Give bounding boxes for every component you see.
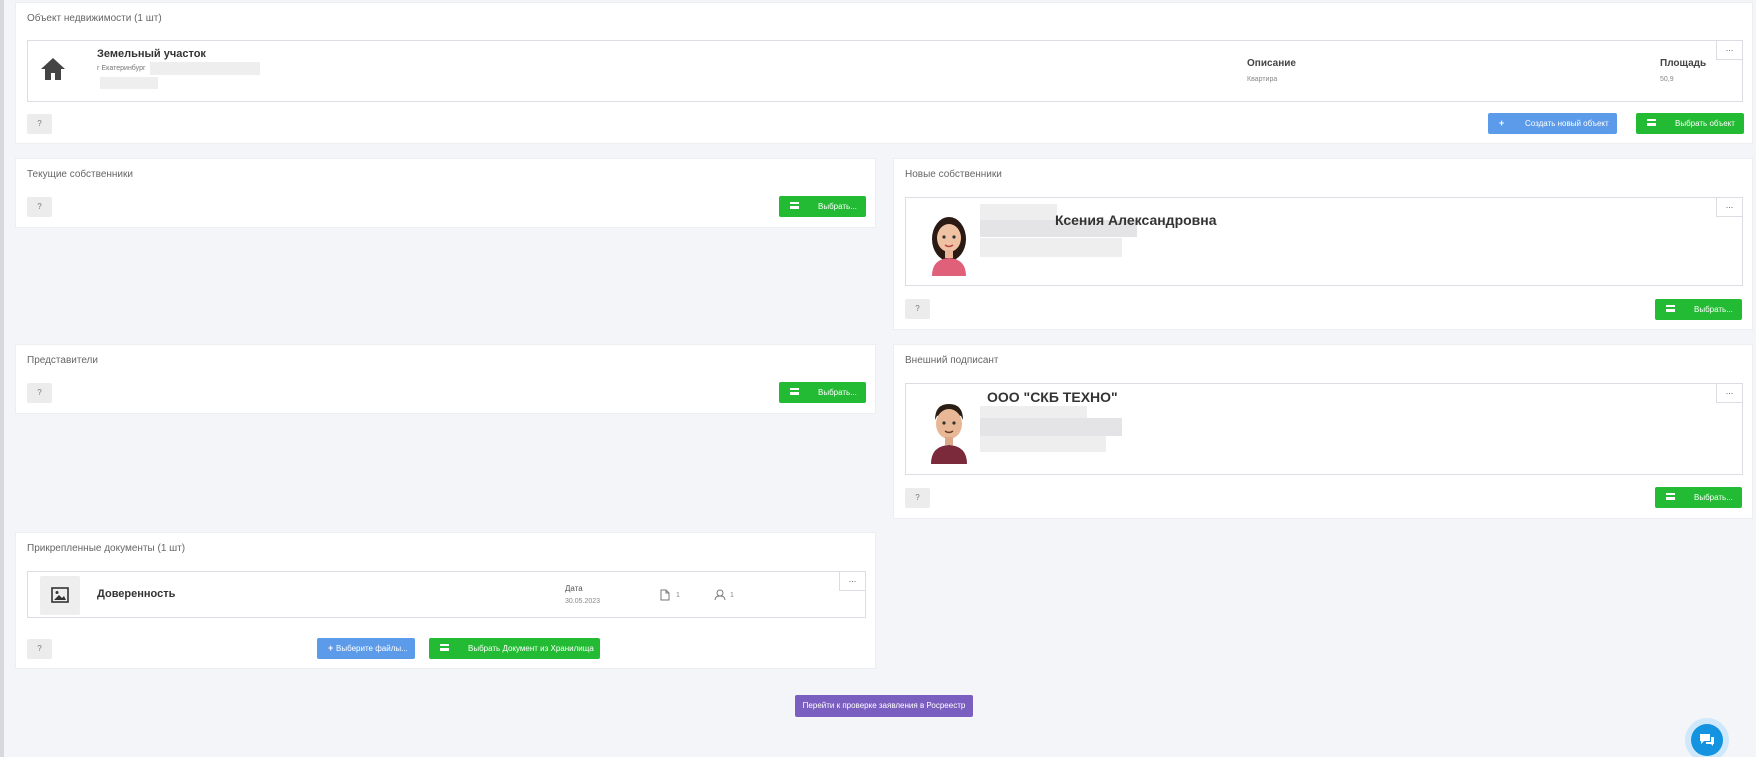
help-button[interactable]: ? bbox=[27, 114, 52, 134]
more-button[interactable]: ... bbox=[1716, 197, 1743, 217]
help-button[interactable]: ? bbox=[905, 299, 930, 319]
help-button[interactable]: ? bbox=[27, 639, 52, 659]
redacted-line-2 bbox=[980, 238, 1122, 257]
proceed-to-rosreestr-button[interactable]: Перейти к проверке заявления в Росреестр bbox=[795, 695, 973, 717]
redacted-line-2 bbox=[980, 418, 1122, 436]
choose-files-button[interactable]: + Выберите файлы... bbox=[317, 638, 415, 659]
current-owners-card: Текущие собственники ? Выбрать... bbox=[15, 158, 876, 228]
select-external-signer-button[interactable]: Выбрать... bbox=[1655, 487, 1742, 508]
select-label: Выбрать... bbox=[818, 388, 857, 397]
new-owner-name: Ксения Александровна bbox=[1055, 212, 1217, 228]
more-button[interactable]: ... bbox=[839, 571, 866, 591]
select-label: Выбрать... bbox=[1694, 305, 1733, 314]
choose-from-storage-button[interactable]: Выбрать Документ из Хранилища bbox=[429, 638, 600, 659]
chat-widget[interactable] bbox=[1685, 718, 1729, 757]
date-value: 30.05.2023 bbox=[565, 598, 601, 605]
select-new-owner-button[interactable]: Выбрать... bbox=[1655, 299, 1742, 320]
female-avatar-icon bbox=[932, 217, 966, 276]
select-representative-button[interactable]: Выбрать... bbox=[779, 382, 866, 403]
plus-icon: + bbox=[1499, 118, 1505, 128]
list-icon bbox=[440, 638, 449, 659]
description-label: Описание bbox=[1247, 58, 1296, 69]
external-signer-card: Внешний подписант ООО "СКБ ТЕХНО" ... ? … bbox=[893, 344, 1753, 519]
create-object-button[interactable]: + Создать новый объект bbox=[1488, 113, 1617, 134]
redacted-line-3 bbox=[980, 436, 1106, 452]
select-label: Выбрать... bbox=[818, 202, 857, 211]
file-icon bbox=[660, 589, 670, 601]
more-button[interactable]: ... bbox=[1716, 383, 1743, 403]
select-object-label: Выбрать объект bbox=[1675, 119, 1735, 128]
representatives-title: Представители bbox=[27, 355, 98, 366]
help-button[interactable]: ? bbox=[905, 488, 930, 508]
list-icon bbox=[790, 196, 799, 217]
current-owners-title: Текущие собственники bbox=[27, 169, 133, 180]
description-value: Квартира bbox=[1247, 76, 1278, 83]
user-icon bbox=[714, 589, 726, 601]
choose-files-label: Выберите файлы... bbox=[336, 644, 408, 653]
redacted-surname bbox=[980, 204, 1057, 221]
property-card: Объект недвижимости (1 шт) Земельный уча… bbox=[15, 2, 1753, 144]
left-border bbox=[0, 0, 4, 757]
more-button[interactable]: ... bbox=[1716, 40, 1743, 60]
new-owner-item[interactable]: Ксения Александровна ... bbox=[905, 197, 1743, 286]
home-icon bbox=[41, 58, 65, 80]
image-icon bbox=[51, 587, 69, 603]
help-button[interactable]: ? bbox=[27, 197, 52, 217]
list-icon bbox=[1647, 113, 1656, 134]
plus-icon: + bbox=[328, 643, 334, 653]
list-icon bbox=[790, 382, 799, 403]
property-item[interactable]: Земельный участок г Екатеринбург Описани… bbox=[27, 40, 1743, 102]
choose-from-storage-label: Выбрать Документ из Хранилища bbox=[468, 644, 594, 653]
help-button[interactable]: ? bbox=[27, 383, 52, 403]
documents-title: Прикрепленные документы (1 шт) bbox=[27, 543, 186, 554]
external-signer-title: Внешний подписант bbox=[905, 355, 999, 366]
documents-card: Прикрепленные документы (1 шт) Доверенно… bbox=[15, 532, 876, 669]
image-icon-box bbox=[40, 576, 80, 615]
redacted-address bbox=[150, 62, 260, 75]
create-object-label: Создать новый объект bbox=[1525, 119, 1609, 128]
list-icon bbox=[1666, 487, 1675, 508]
select-current-owner-button[interactable]: Выбрать... bbox=[779, 196, 866, 217]
property-card-title: Объект недвижимости (1 шт) bbox=[27, 13, 162, 24]
redacted-address-2 bbox=[100, 77, 158, 89]
files-count: 1 bbox=[676, 592, 680, 599]
list-icon bbox=[1666, 299, 1675, 320]
date-label: Дата bbox=[565, 584, 583, 593]
area-label: Площадь bbox=[1660, 58, 1707, 69]
external-signer-name: ООО "СКБ ТЕХНО" bbox=[987, 389, 1118, 405]
select-object-button[interactable]: Выбрать объект bbox=[1636, 113, 1744, 134]
document-item[interactable]: Доверенность Дата 30.05.2023 1 1 ... bbox=[27, 571, 866, 618]
property-name: Земельный участок bbox=[97, 48, 206, 60]
representatives-card: Представители ? Выбрать... bbox=[15, 344, 876, 414]
new-owners-title: Новые собственники bbox=[905, 169, 1002, 180]
chat-icon bbox=[1691, 724, 1723, 756]
property-address: г Екатеринбург bbox=[97, 65, 146, 72]
signers-count: 1 bbox=[730, 592, 734, 599]
external-signer-item[interactable]: ООО "СКБ ТЕХНО" ... bbox=[905, 383, 1743, 475]
new-owners-card: Новые собственники Ксения Александровна … bbox=[893, 158, 1753, 330]
select-label: Выбрать... bbox=[1694, 493, 1733, 502]
male-avatar-icon bbox=[931, 404, 967, 464]
area-value: 50,9 bbox=[1660, 76, 1674, 83]
document-name: Доверенность bbox=[97, 588, 176, 600]
